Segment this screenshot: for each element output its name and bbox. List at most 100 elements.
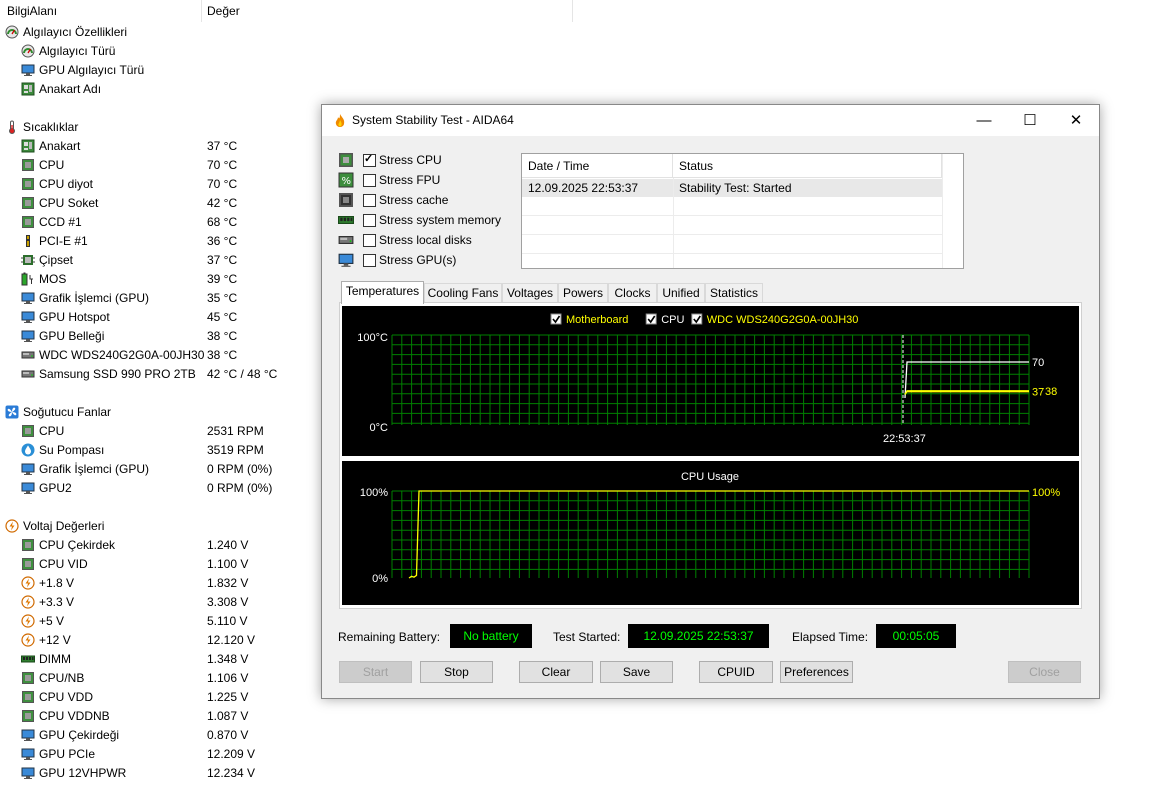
column-gridline: [942, 154, 943, 268]
sensor-label: CPU VDD: [39, 690, 94, 704]
monitor-icon: [21, 63, 35, 77]
maximize-button[interactable]: ☐: [1007, 105, 1053, 136]
cache-icon: [338, 192, 354, 208]
close-window-button[interactable]: ✕: [1053, 105, 1099, 136]
stress-checkbox[interactable]: [363, 194, 376, 207]
column-separator: [201, 0, 202, 22]
column-header-datetime[interactable]: Date / Time: [522, 154, 673, 178]
sensor-row[interactable]: GPU 12VHPWR 12.234 V: [0, 764, 320, 783]
sensor-row[interactable]: CCD #1 68 °C: [0, 213, 320, 232]
sensor-row[interactable]: GPU Çekirdeği 0.870 V: [0, 726, 320, 745]
sensor-row[interactable]: PCI-E #1 36 °C: [0, 232, 320, 251]
sensor-row[interactable]: +3.3 V 3.308 V: [0, 593, 320, 612]
stress-checkbox[interactable]: [363, 152, 376, 167]
sensor-row[interactable]: Grafik İşlemci (GPU) 0 RPM (0%): [0, 460, 320, 479]
sensor-value: 12.234 V: [207, 766, 256, 780]
start-button[interactable]: Start: [339, 661, 412, 683]
sensor-row[interactable]: +1.8 V 1.832 V: [0, 574, 320, 593]
preferences-button[interactable]: Preferences: [780, 661, 853, 683]
save-button[interactable]: Save: [600, 661, 673, 683]
sensor-row[interactable]: Çipset 37 °C: [0, 251, 320, 270]
sensor-row[interactable]: DIMM 1.348 V: [0, 650, 320, 669]
disk-icon: [21, 348, 35, 362]
stress-option[interactable]: Stress CPU: [338, 151, 518, 171]
sensor-label: Grafik İşlemci (GPU): [39, 291, 150, 305]
stress-checkbox[interactable]: [363, 234, 376, 247]
stress-checkbox[interactable]: [363, 214, 376, 227]
status-table[interactable]: Date / Time Status 12.09.2025 22:53:37 S…: [521, 153, 964, 269]
end-value-label: 37: [1032, 387, 1044, 399]
sensor-row[interactable]: CPU Soket 42 °C: [0, 194, 320, 213]
sensor-row[interactable]: CPU diyot 70 °C: [0, 175, 320, 194]
stress-option[interactable]: Stress local disks: [338, 231, 518, 251]
sensor-row[interactable]: Samsung SSD 990 PRO 2TB 42 °C / 48 °C: [0, 365, 320, 384]
sensor-row[interactable]: MOS 39 °C: [0, 270, 320, 289]
stress-option[interactable]: % Stress FPU: [338, 171, 518, 191]
tab-statistics[interactable]: Statistics: [705, 283, 763, 303]
sensor-row[interactable]: CPU VDD 1.225 V: [0, 688, 320, 707]
sensor-row[interactable]: GPU PCIe 12.209 V: [0, 745, 320, 764]
sensor-value: 37 °C: [207, 253, 238, 267]
tab-temperatures[interactable]: Temperatures: [341, 281, 424, 304]
cpuid-button[interactable]: CPUID: [699, 661, 773, 683]
tab-powers[interactable]: Powers: [558, 283, 608, 303]
stress-checkbox[interactable]: [363, 174, 376, 187]
sensor-category[interactable]: Algılayıcı Özellikleri: [0, 23, 320, 42]
sensor-row[interactable]: +12 V 12.120 V: [0, 631, 320, 650]
tab-clocks[interactable]: Clocks: [608, 283, 657, 303]
elapsed-time-label: Elapsed Time:: [792, 630, 869, 644]
monitor-icon: [21, 329, 35, 343]
stress-option[interactable]: Stress system memory: [338, 211, 518, 231]
stress-option[interactable]: Stress GPU(s): [338, 251, 518, 271]
sensor-row[interactable]: GPU2 0 RPM (0%): [0, 479, 320, 498]
tab-cooling-fans[interactable]: Cooling Fans: [424, 283, 502, 303]
sensor-row[interactable]: Su Pompası 3519 RPM: [0, 441, 320, 460]
chip-icon: [21, 709, 35, 723]
sensor-row[interactable]: WDC WDS240G2G0A-00JH30 38 °C: [0, 346, 320, 365]
title-bar[interactable]: System Stability Test - AIDA64 — ☐ ✕: [322, 105, 1099, 136]
sensor-value: 0 RPM (0%): [207, 481, 273, 495]
sensor-row[interactable]: +5 V 5.110 V: [0, 612, 320, 631]
stress-option[interactable]: Stress cache: [338, 191, 518, 211]
sensor-value: 0 RPM (0%): [207, 462, 273, 476]
sensor-row[interactable]: GPU Hotspot 45 °C: [0, 308, 320, 327]
sensor-value: 70 °C: [207, 177, 238, 191]
column-header-status[interactable]: Status: [673, 154, 942, 178]
sensor-row[interactable]: Anakart 37 °C: [0, 137, 320, 156]
sensor-row[interactable]: CPU VID 1.100 V: [0, 555, 320, 574]
end-value-label: 70: [1032, 357, 1044, 369]
sensor-row[interactable]: CPU VDDNB 1.087 V: [0, 707, 320, 726]
sensor-row[interactable]: Anakart Adı: [0, 80, 320, 99]
sensor-category[interactable]: Sıcaklıklar: [0, 118, 320, 137]
stop-button[interactable]: Stop: [420, 661, 493, 683]
stress-option-label: Stress system memory: [379, 213, 502, 227]
chip-icon: [21, 538, 35, 552]
sensor-label: CPU diyot: [39, 177, 94, 191]
tab-voltages[interactable]: Voltages: [502, 283, 558, 303]
tab-unified[interactable]: Unified: [657, 283, 705, 303]
sensor-value: 12.120 V: [207, 633, 256, 647]
sensor-label: Anakart Adı: [39, 82, 102, 96]
sensor-category[interactable]: Soğutucu Fanlar: [0, 403, 320, 422]
sensor-row[interactable]: CPU/NB 1.106 V: [0, 669, 320, 688]
column-header-value[interactable]: Değer: [207, 0, 240, 22]
table-cell-status[interactable]: Stability Test: Started: [673, 179, 942, 197]
temperature-graph: Motherboard CPU WDC WDS240G2G0A-00JH30 100°…: [342, 306, 1079, 456]
sensor-value: 42 °C: [207, 196, 238, 210]
sensor-row[interactable]: CPU 2531 RPM: [0, 422, 320, 441]
sensor-row[interactable]: CPU 70 °C: [0, 156, 320, 175]
table-cell-datetime[interactable]: 12.09.2025 22:53:37: [522, 179, 673, 197]
sensor-row[interactable]: CPU Çekirdek 1.240 V: [0, 536, 320, 555]
sensor-row[interactable]: Algılayıcı Türü: [0, 42, 320, 61]
stress-checkbox[interactable]: [363, 254, 376, 267]
sensor-row[interactable]: GPU Belleği 38 °C: [0, 327, 320, 346]
clear-button[interactable]: Clear: [519, 661, 593, 683]
motherboard-icon: [21, 82, 35, 96]
x-marker-label: 22:53:37: [883, 433, 926, 445]
sensor-row[interactable]: Grafik İşlemci (GPU) 35 °C: [0, 289, 320, 308]
close-button[interactable]: Close: [1008, 661, 1081, 683]
column-header-field[interactable]: BilgiAlanı: [7, 0, 57, 22]
sensor-category[interactable]: Voltaj Değerleri: [0, 517, 320, 536]
sensor-row[interactable]: GPU Algılayıcı Türü: [0, 61, 320, 80]
minimize-button[interactable]: —: [961, 105, 1007, 136]
